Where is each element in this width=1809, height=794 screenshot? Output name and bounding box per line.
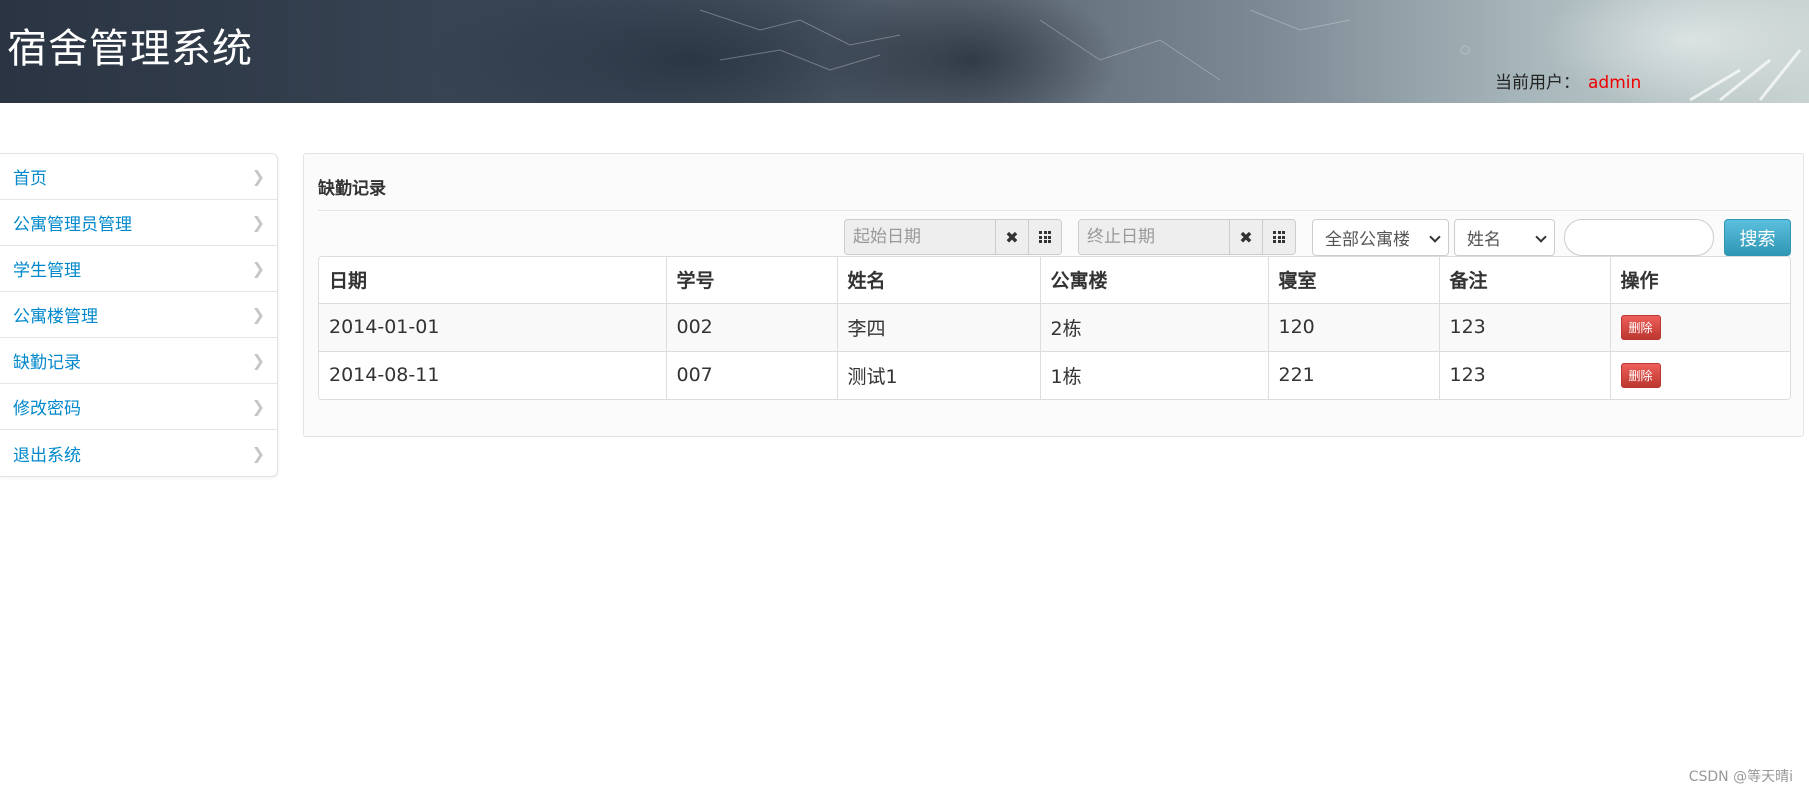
th-grid-icon (1273, 231, 1285, 243)
chevron-right-icon: ❯ (251, 259, 265, 278)
sidebar-item-label: 公寓管理员管理 (13, 215, 132, 235)
sidebar-nav: 首页 ❯ 公寓管理员管理 ❯ 学生管理 ❯ 公寓楼管理 ❯ 缺勤记录 ❯ 修改密… (0, 153, 278, 477)
cell-room: 120 (1267, 302, 1439, 351)
table-header-row: 日期 学号 姓名 公寓楼 寝室 备注 操作 (319, 257, 1790, 303)
title-divider (318, 210, 1791, 211)
delete-button[interactable]: 删除 (1620, 362, 1661, 388)
close-icon: ✖ (1239, 227, 1253, 247)
sidebar-item-label: 首页 (13, 169, 47, 189)
chevron-right-icon: ❯ (251, 305, 265, 324)
search-button[interactable]: 搜索 (1724, 219, 1791, 256)
chevron-down-icon (1429, 231, 1441, 243)
chevron-right-icon: ❯ (251, 443, 265, 463)
cell-room: 221 (1267, 350, 1439, 399)
cell-date: 2014-08-11 (319, 350, 666, 399)
cell-remark: 123 (1438, 302, 1610, 351)
column-header-building: 公寓楼 (1039, 257, 1268, 303)
table-row: 2014-08-11 007 测试1 1栋 221 123 删除 (319, 350, 1790, 399)
column-header-name: 姓名 (836, 257, 1040, 303)
sidebar-item-label: 学生管理 (13, 261, 81, 281)
start-date-clear-button[interactable]: ✖ (995, 220, 1028, 254)
cell-actions: 删除 (1609, 302, 1790, 351)
search-field-select[interactable]: 姓名 (1454, 219, 1555, 256)
page-title: 缺勤记录 (318, 179, 386, 199)
cell-name: 测试1 (836, 350, 1040, 399)
cell-date: 2014-01-01 (319, 302, 666, 351)
start-date-picker: ✖ (844, 219, 1062, 255)
end-date-calendar-button[interactable] (1262, 220, 1295, 254)
absence-records-table: 日期 学号 姓名 公寓楼 寝室 备注 操作 2014-01-01 002 李四 … (318, 256, 1791, 400)
sidebar-item-change-password[interactable]: 修改密码 ❯ (0, 384, 277, 430)
building-select[interactable]: 全部公寓楼 (1312, 219, 1449, 256)
sidebar-item-apartment-admin-management[interactable]: 公寓管理员管理 ❯ (0, 200, 277, 246)
close-icon: ✖ (1005, 227, 1019, 247)
current-username: admin (1588, 73, 1642, 93)
start-date-calendar-button[interactable] (1028, 220, 1061, 254)
search-field-select-value: 姓名 (1467, 230, 1501, 250)
start-date-input[interactable] (845, 220, 995, 254)
sidebar-item-absence-records[interactable]: 缺勤记录 ❯ (0, 338, 277, 384)
column-header-room: 寝室 (1267, 257, 1439, 303)
cell-actions: 删除 (1609, 350, 1790, 399)
end-date-clear-button[interactable]: ✖ (1229, 220, 1262, 254)
sidebar-item-student-management[interactable]: 学生管理 ❯ (0, 246, 277, 292)
sidebar-item-label: 缺勤记录 (13, 353, 81, 373)
end-date-picker: ✖ (1078, 219, 1296, 255)
cell-remark: 123 (1438, 350, 1610, 399)
sidebar-item-building-management[interactable]: 公寓楼管理 ❯ (0, 292, 277, 338)
current-user-info: 当前用户： admin (1495, 68, 1641, 93)
column-header-remark: 备注 (1438, 257, 1610, 303)
column-header-date: 日期 (329, 270, 368, 293)
current-user-label: 当前用户： (1495, 73, 1580, 93)
column-header-actions: 操作 (1609, 257, 1790, 303)
cell-building: 2栋 (1039, 302, 1268, 351)
sidebar-item-home[interactable]: 首页 ❯ (0, 154, 277, 200)
sidebar-item-logout[interactable]: 退出系统 ❯ (0, 430, 277, 476)
cell-student-id: 007 (665, 350, 837, 399)
th-grid-icon (1039, 231, 1051, 243)
cell-name: 李四 (836, 302, 1040, 351)
sidebar-item-label: 公寓楼管理 (13, 307, 98, 327)
building-select-value: 全部公寓楼 (1325, 230, 1410, 250)
sidebar-item-label: 修改密码 (13, 399, 81, 419)
delete-button[interactable]: 删除 (1620, 314, 1661, 340)
cell-student-id: 002 (665, 302, 837, 351)
search-input[interactable] (1564, 219, 1714, 256)
chevron-right-icon: ❯ (251, 167, 265, 186)
watermark: CSDN @等天晴i (1688, 769, 1793, 785)
absence-records-panel: 缺勤记录 ✖ ✖ 全部公寓楼 姓名 搜索 (303, 153, 1804, 437)
sidebar-item-label: 退出系统 (13, 445, 81, 466)
table-row: 2014-01-01 002 李四 2栋 120 123 删除 (319, 302, 1790, 351)
column-header-student-id: 学号 (665, 257, 837, 303)
chevron-right-icon: ❯ (251, 351, 265, 370)
chevron-right-icon: ❯ (251, 397, 265, 416)
chevron-down-icon (1535, 231, 1547, 243)
end-date-input[interactable] (1079, 220, 1229, 254)
cell-building: 1栋 (1039, 350, 1268, 399)
app-title: 宿舍管理系统 (7, 26, 253, 72)
chevron-right-icon: ❯ (251, 213, 265, 232)
app-header: 宿舍管理系统 当前用户： admin (0, 0, 1809, 103)
